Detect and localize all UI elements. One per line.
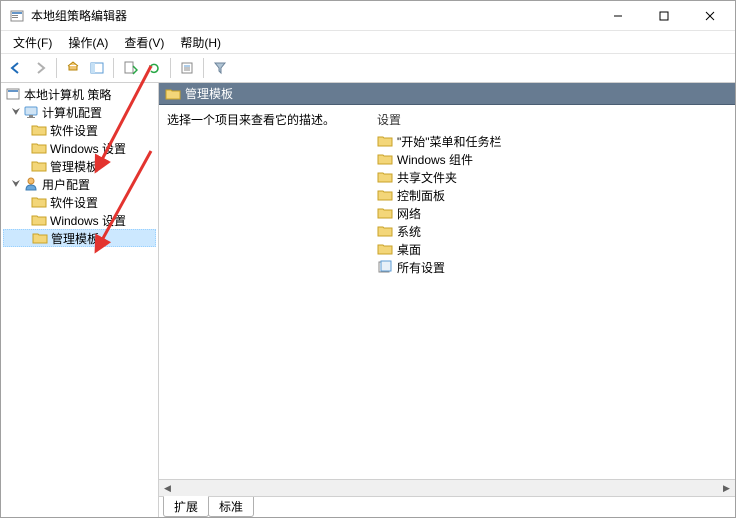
tree-label: 本地计算机 策略 bbox=[24, 86, 111, 103]
folder-icon bbox=[31, 212, 47, 228]
list-item-label: 系统 bbox=[397, 223, 421, 240]
folder-icon bbox=[31, 122, 47, 138]
forward-button[interactable] bbox=[29, 57, 51, 79]
tree-admin-templates-selected[interactable]: 管理模板 bbox=[3, 229, 156, 247]
tab-extended[interactable]: 扩展 bbox=[163, 496, 209, 517]
list-item[interactable]: 共享文件夹 bbox=[377, 168, 727, 186]
folder-icon bbox=[377, 187, 393, 203]
up-button[interactable] bbox=[62, 57, 84, 79]
tree-computer-config[interactable]: ⮟ 计算机配置 bbox=[3, 103, 156, 121]
collapse-icon[interactable]: ⮟ bbox=[9, 179, 23, 190]
tree-root[interactable]: 本地计算机 策略 bbox=[3, 85, 156, 103]
back-button[interactable] bbox=[5, 57, 27, 79]
tabs-row: 扩展 标准 bbox=[159, 496, 735, 517]
tree-label: 计算机配置 bbox=[42, 104, 102, 121]
list-item-label: "开始"菜单和任务栏 bbox=[397, 133, 502, 150]
detail-header: 管理模板 bbox=[159, 83, 735, 105]
tree-windows-settings[interactable]: Windows 设置 bbox=[3, 211, 156, 229]
detail-panel: 管理模板 选择一个项目来查看它的描述。 设置 "开始"菜单和任务栏 Window… bbox=[159, 83, 735, 517]
menubar: 文件(F) 操作(A) 查看(V) 帮助(H) bbox=[1, 31, 735, 53]
list-item[interactable]: 控制面板 bbox=[377, 186, 727, 204]
tree-windows-settings[interactable]: Windows 设置 bbox=[3, 139, 156, 157]
maximize-button[interactable] bbox=[641, 1, 687, 30]
tree-label: 软件设置 bbox=[50, 122, 98, 139]
horizontal-scrollbar[interactable]: ◀ ▶ bbox=[159, 479, 735, 496]
policy-icon bbox=[5, 86, 21, 102]
toolbar bbox=[1, 53, 735, 83]
toolbar-separator bbox=[203, 58, 204, 78]
list-item[interactable]: 网络 bbox=[377, 204, 727, 222]
list-item-label: 共享文件夹 bbox=[397, 169, 457, 186]
detail-body: 选择一个项目来查看它的描述。 设置 "开始"菜单和任务栏 Windows 组件 … bbox=[159, 105, 735, 479]
folder-icon bbox=[377, 151, 393, 167]
toolbar-separator bbox=[56, 58, 57, 78]
list-item-label: 桌面 bbox=[397, 241, 421, 258]
toolbar-separator bbox=[170, 58, 171, 78]
minimize-button[interactable] bbox=[595, 1, 641, 30]
folder-icon bbox=[377, 241, 393, 257]
folder-icon bbox=[377, 223, 393, 239]
folder-icon bbox=[31, 140, 47, 156]
app-icon bbox=[9, 8, 25, 24]
scroll-track[interactable] bbox=[176, 480, 718, 496]
list-item[interactable]: 桌面 bbox=[377, 240, 727, 258]
refresh-button[interactable] bbox=[143, 57, 165, 79]
user-icon bbox=[23, 176, 39, 192]
toolbar-separator bbox=[113, 58, 114, 78]
scroll-left-button[interactable]: ◀ bbox=[159, 480, 176, 496]
menu-help[interactable]: 帮助(H) bbox=[172, 32, 229, 53]
list-item[interactable]: "开始"菜单和任务栏 bbox=[377, 132, 727, 150]
show-hide-button[interactable] bbox=[86, 57, 108, 79]
export-button[interactable] bbox=[119, 57, 141, 79]
properties-button[interactable] bbox=[176, 57, 198, 79]
tree-software-settings[interactable]: 软件设置 bbox=[3, 193, 156, 211]
detail-header-title: 管理模板 bbox=[185, 85, 233, 102]
folder-icon bbox=[377, 205, 393, 221]
menu-file[interactable]: 文件(F) bbox=[5, 32, 60, 53]
window-controls bbox=[595, 1, 733, 30]
tree-label: 用户配置 bbox=[42, 176, 90, 193]
close-button[interactable] bbox=[687, 1, 733, 30]
folder-icon bbox=[32, 230, 48, 246]
detail-description: 选择一个项目来查看它的描述。 bbox=[167, 111, 357, 473]
menu-view[interactable]: 查看(V) bbox=[116, 32, 172, 53]
titlebar: 本地组策略编辑器 bbox=[1, 1, 735, 31]
tree-label: Windows 设置 bbox=[50, 140, 126, 157]
folder-icon bbox=[377, 133, 393, 149]
content-area: 本地计算机 策略 ⮟ 计算机配置 软件设置 Windows 设置 管理模板 ⮟ … bbox=[1, 83, 735, 517]
tab-standard[interactable]: 标准 bbox=[208, 497, 254, 517]
filter-button[interactable] bbox=[209, 57, 231, 79]
list-item[interactable]: Windows 组件 bbox=[377, 150, 727, 168]
computer-icon bbox=[23, 104, 39, 120]
settings-icon bbox=[377, 259, 393, 275]
tree-admin-templates[interactable]: 管理模板 bbox=[3, 157, 156, 175]
detail-list[interactable]: 设置 "开始"菜单和任务栏 Windows 组件 共享文件夹 控制面板 网络 系… bbox=[377, 111, 727, 473]
menu-action[interactable]: 操作(A) bbox=[60, 32, 116, 53]
collapse-icon[interactable]: ⮟ bbox=[9, 107, 23, 118]
list-item[interactable]: 所有设置 bbox=[377, 258, 727, 276]
scroll-right-button[interactable]: ▶ bbox=[718, 480, 735, 496]
folder-icon bbox=[377, 169, 393, 185]
folder-icon bbox=[165, 86, 181, 102]
tree-label: 管理模板 bbox=[50, 158, 98, 175]
tree-panel[interactable]: 本地计算机 策略 ⮟ 计算机配置 软件设置 Windows 设置 管理模板 ⮟ … bbox=[1, 83, 159, 517]
list-item-label: Windows 组件 bbox=[397, 151, 473, 168]
window-title: 本地组策略编辑器 bbox=[31, 7, 595, 24]
list-item-label: 所有设置 bbox=[397, 259, 445, 276]
tree-software-settings[interactable]: 软件设置 bbox=[3, 121, 156, 139]
tree-label: Windows 设置 bbox=[50, 212, 126, 229]
list-item-label: 网络 bbox=[397, 205, 421, 222]
list-column-header[interactable]: 设置 bbox=[377, 111, 727, 132]
tree-label: 管理模板 bbox=[51, 230, 99, 247]
folder-icon bbox=[31, 194, 47, 210]
list-item[interactable]: 系统 bbox=[377, 222, 727, 240]
folder-icon bbox=[31, 158, 47, 174]
list-item-label: 控制面板 bbox=[397, 187, 445, 204]
tree-label: 软件设置 bbox=[50, 194, 98, 211]
tree-user-config[interactable]: ⮟ 用户配置 bbox=[3, 175, 156, 193]
